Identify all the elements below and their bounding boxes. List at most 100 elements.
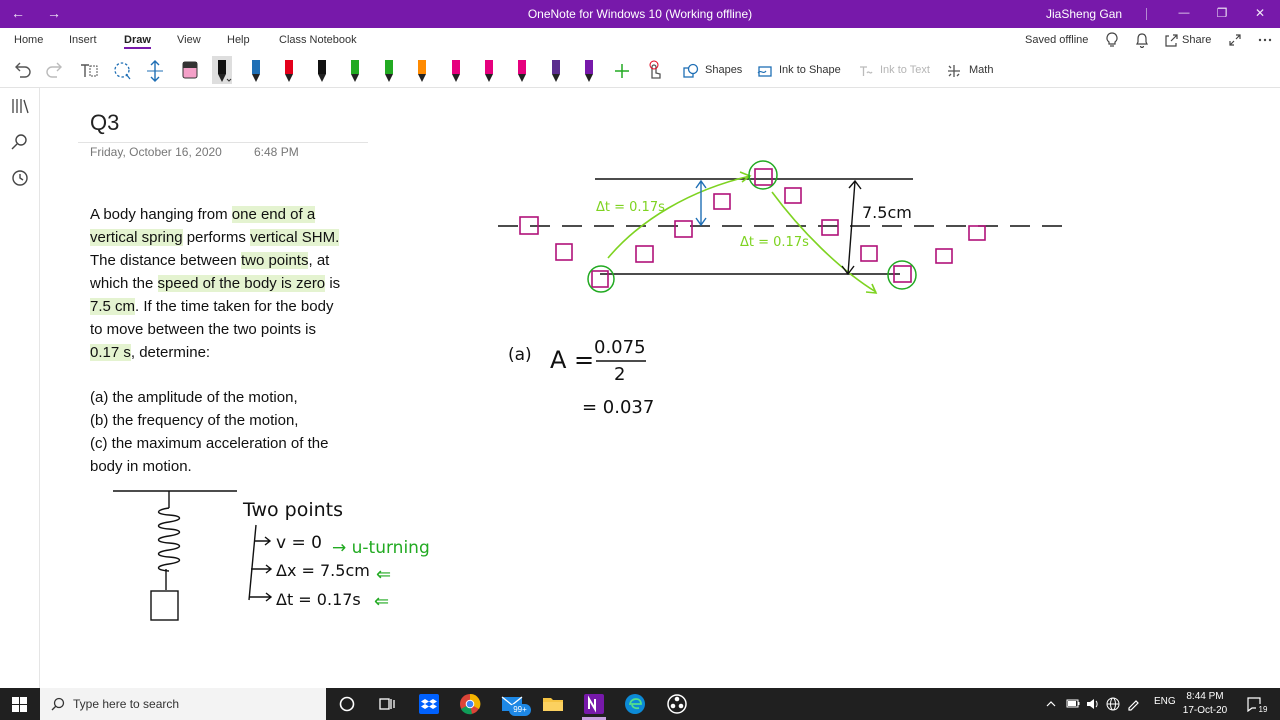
notebooks-icon[interactable] [10, 96, 30, 116]
highlighted-phrase: two points [240, 252, 309, 269]
shapes-button[interactable]: Shapes [705, 64, 742, 77]
pen-tool[interactable] [345, 56, 365, 84]
bell-icon[interactable] [1135, 32, 1149, 48]
highlighted-phrase: speed of the body is zero [157, 275, 326, 292]
volume-icon[interactable] [1086, 697, 1100, 711]
tab-class-notebook[interactable]: Class Notebook [279, 33, 357, 53]
file-explorer-icon[interactable] [541, 692, 565, 716]
forward-icon[interactable]: → [42, 0, 66, 28]
pen-tool[interactable] [279, 56, 299, 84]
task-view-icon[interactable] [375, 692, 399, 716]
eraser-icon[interactable] [180, 56, 200, 84]
question-phrase: performs [182, 229, 251, 246]
v-zero-label: v = 0 [276, 533, 322, 553]
add-pen-icon[interactable] [610, 58, 634, 84]
math-icon[interactable] [946, 63, 962, 79]
chevron-up-icon[interactable] [1046, 699, 1056, 709]
minimize-button[interactable]: — [1172, 0, 1196, 28]
close-button[interactable]: ✕ [1248, 0, 1272, 28]
notification-count: 19 [1256, 704, 1270, 716]
maximize-button[interactable]: ❐ [1210, 0, 1234, 28]
windows-start-icon[interactable] [12, 697, 27, 712]
pen-tool[interactable] [412, 56, 432, 84]
lightbulb-icon[interactable] [1105, 32, 1119, 48]
question-parts[interactable]: (a) the amplitude of the motion, (b) the … [90, 386, 390, 478]
question-line: 7.5 cm. If the time taken for the body [90, 295, 390, 318]
pen-tool[interactable] [446, 56, 466, 84]
dropbox-icon[interactable] [417, 692, 441, 716]
question-line: The distance between two points, at [90, 249, 390, 272]
user-name[interactable]: JiaSheng Gan [1046, 0, 1122, 28]
math-button[interactable]: Math [969, 64, 993, 77]
more-icon[interactable] [1258, 35, 1272, 45]
taskbar-search[interactable]: Type here to search [40, 688, 326, 720]
dt-label: Δt = 0.17s [276, 590, 361, 609]
page-time: 6:48 PM [254, 145, 299, 159]
ink-to-shape-icon[interactable] [757, 63, 773, 79]
dx-label: Δx = 7.5cm [276, 561, 370, 580]
question-line: to move between the two points is [90, 318, 390, 341]
share-icon[interactable] [1164, 33, 1178, 47]
battery-icon[interactable] [1066, 698, 1080, 710]
mail-badge: 99+ [509, 704, 531, 716]
fraction-numerator: 0.075 [594, 337, 646, 358]
fullscreen-icon[interactable] [1228, 33, 1242, 47]
question-phrase: is [325, 275, 341, 292]
titlebar-divider [1146, 8, 1147, 20]
spring-diagram [113, 490, 237, 621]
tab-home[interactable]: Home [14, 33, 43, 53]
redo-icon[interactable] [43, 58, 67, 84]
add-space-icon[interactable] [143, 58, 167, 84]
fraction-denominator: 2 [614, 364, 625, 385]
back-icon[interactable]: ← [6, 0, 30, 28]
search-icon[interactable] [10, 132, 30, 152]
tab-view[interactable]: View [177, 33, 201, 53]
pen-tool[interactable] [579, 56, 599, 84]
question-phrase: to move between the two points is [90, 321, 316, 338]
highlighter-tool[interactable] [312, 56, 332, 84]
question-part-line: body in motion. [90, 458, 192, 475]
pen-selected[interactable] [212, 56, 232, 84]
pen-workspace-icon[interactable] [1126, 697, 1140, 711]
onenote-icon[interactable] [582, 692, 606, 716]
obs-icon[interactable] [665, 692, 689, 716]
touch-draw-icon[interactable] [643, 58, 667, 84]
navigation-rail [0, 88, 40, 688]
cortana-icon[interactable] [335, 692, 359, 716]
pen-tool[interactable] [479, 56, 499, 84]
tab-help[interactable]: Help [227, 33, 250, 53]
recent-icon[interactable] [10, 168, 30, 188]
tab-draw[interactable]: Draw [124, 33, 151, 53]
system-clock[interactable]: 8:44 PM 17-Oct-20 [1180, 690, 1230, 718]
tab-insert[interactable]: Insert [69, 33, 97, 53]
question-phrase: , at [308, 252, 330, 269]
windows-taskbar: Type here to search 99+ ENG 8:44 PM 17-O… [0, 688, 1280, 720]
network-icon[interactable] [1106, 697, 1120, 711]
page-title[interactable]: Q3 [90, 110, 119, 136]
question-line: which the speed of the body is zero is [90, 272, 390, 295]
title-divider [78, 142, 368, 143]
undo-icon[interactable] [10, 58, 34, 84]
question-phrase: A body hanging from [90, 206, 232, 223]
pen-tool[interactable] [512, 56, 532, 84]
ink-to-shape-button[interactable]: Ink to Shape [779, 64, 841, 77]
dx-check-arrow: ⇐ [376, 564, 391, 585]
type-select-icon[interactable] [77, 58, 101, 84]
share-button[interactable]: Share [1182, 34, 1211, 47]
highlighted-phrase: 7.5 cm [90, 298, 136, 315]
pen-tool[interactable] [379, 56, 399, 84]
chrome-icon[interactable] [458, 692, 482, 716]
shapes-icon[interactable] [683, 63, 699, 79]
question-line: A body hanging from one end of a [90, 203, 390, 226]
input-language[interactable]: ENG [1154, 696, 1176, 707]
question-text[interactable]: A body hanging from one end of a vertical… [90, 203, 390, 364]
pen-tool[interactable] [546, 56, 566, 84]
shm-diagram: 7.5cm Δt = 0.17s Δt = 0.17s [498, 160, 1072, 294]
edge-icon[interactable] [623, 692, 647, 716]
search-icon [51, 697, 65, 711]
question-phrase: . If the time taken for the body [135, 298, 334, 315]
amplitude-result: = 0.037 [582, 397, 654, 418]
highlighted-phrase: one end of a [231, 206, 316, 223]
lasso-select-icon[interactable] [110, 58, 134, 84]
pen-tool[interactable] [246, 56, 266, 84]
